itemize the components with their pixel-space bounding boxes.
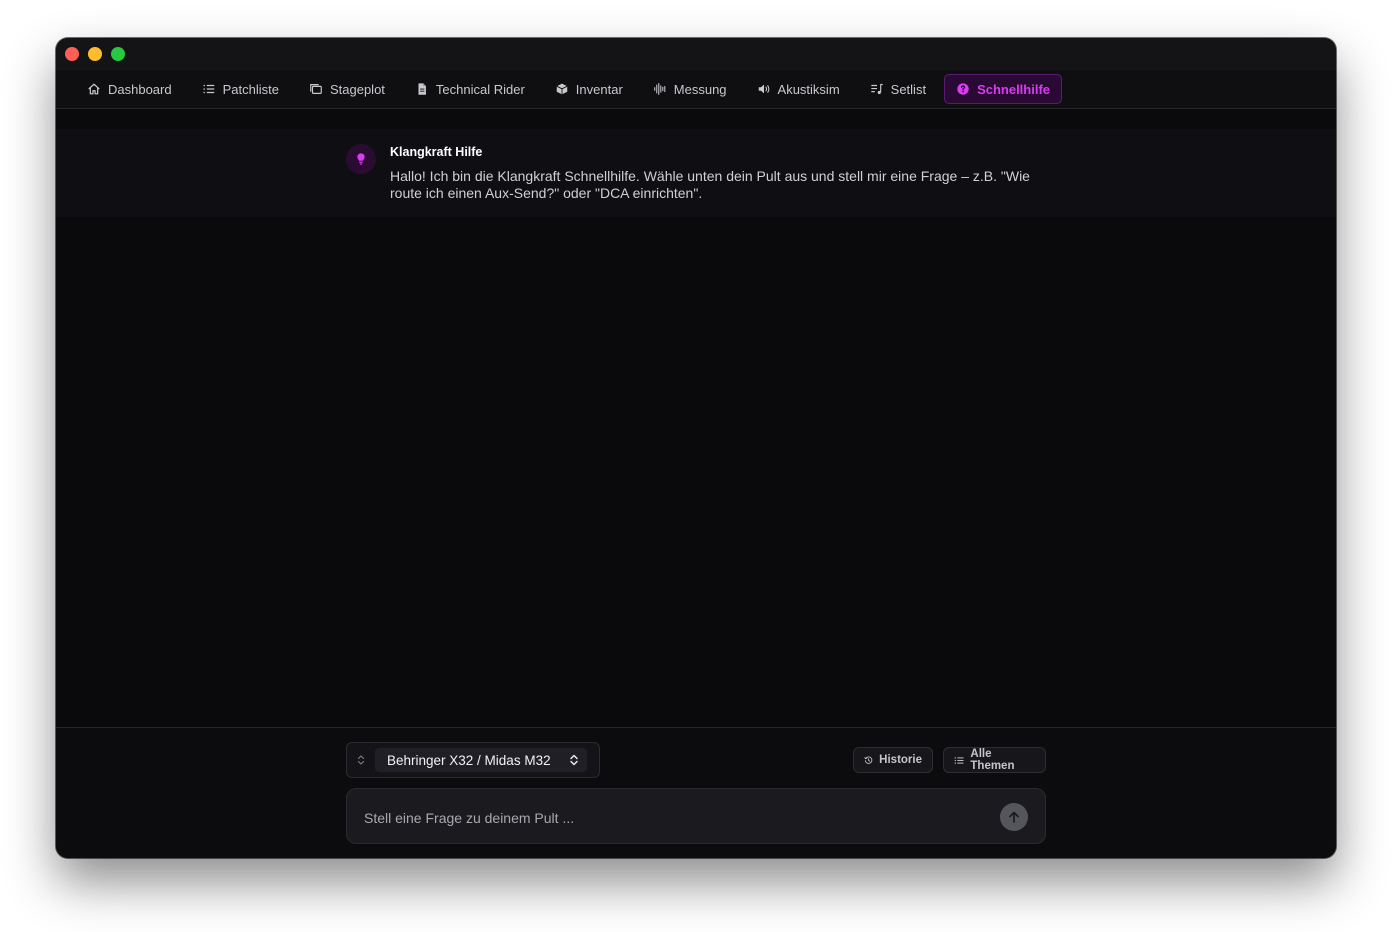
zoom-window-button[interactable] (111, 47, 125, 61)
list-icon (954, 756, 964, 764)
console-select[interactable]: Behringer X32 / Midas M32 (375, 748, 587, 772)
help-circle-icon (957, 83, 969, 95)
main-navigation: Dashboard Patchliste Stageplot Technical… (56, 70, 1336, 109)
composer-footer: Behringer X32 / Midas M32 Historie Alle … (56, 727, 1336, 858)
tab-akustiksim[interactable]: Akustiksim (745, 74, 852, 104)
bot-avatar (346, 144, 376, 174)
tab-messung[interactable]: Messung (641, 74, 739, 104)
document-icon (418, 83, 426, 95)
chevron-up-down-icon (570, 754, 578, 766)
tab-label: Dashboard (108, 81, 172, 97)
close-window-button[interactable] (65, 47, 79, 61)
tab-patchliste[interactable]: Patchliste (190, 74, 291, 104)
historie-button[interactable]: Historie (853, 747, 933, 773)
history-icon (864, 756, 873, 764)
waveform-icon (654, 83, 666, 95)
minimize-window-button[interactable] (88, 47, 102, 61)
alle-themen-label: Alle Themen (970, 748, 1015, 772)
speaker-icon (758, 84, 769, 94)
tab-label: Schnellhilfe (977, 81, 1051, 97)
arrow-up-icon (1009, 811, 1019, 823)
tab-setlist[interactable]: Setlist (858, 74, 938, 104)
music-list-icon (870, 83, 883, 95)
tab-label: Patchliste (222, 81, 279, 97)
sort-arrows-icon (357, 755, 365, 765)
tab-label: Setlist (890, 81, 927, 97)
alle-themen-button[interactable]: Alle Themen (943, 747, 1046, 773)
chat-area: Klangkraft Hilfe Hallo! Ich bin die Klan… (56, 109, 1336, 727)
tab-label: Messung (673, 81, 727, 97)
historie-label: Historie (879, 754, 922, 766)
console-select-value: Behringer X32 / Midas M32 (387, 752, 551, 768)
tab-inventar[interactable]: Inventar (543, 74, 635, 104)
message-sender: Klangkraft Hilfe (390, 145, 483, 159)
question-input[interactable] (362, 806, 966, 830)
lightbulb-icon (357, 153, 365, 165)
title-bar (56, 38, 1336, 70)
console-selector[interactable]: Behringer X32 / Midas M32 (346, 742, 600, 778)
tab-technical-rider[interactable]: Technical Rider (403, 74, 537, 104)
tab-dashboard[interactable]: Dashboard (75, 74, 184, 104)
tab-schnellhilfe[interactable]: Schnellhilfe (944, 74, 1063, 104)
tab-label: Stageplot (329, 81, 385, 97)
app-window: Dashboard Patchliste Stageplot Technical… (56, 38, 1336, 858)
message-text: Hallo! Ich bin die Klangkraft Schnellhil… (390, 168, 1030, 201)
tab-label: Inventar (575, 81, 623, 97)
send-button[interactable] (1000, 803, 1028, 831)
box-icon (556, 83, 568, 95)
question-composer (346, 788, 1046, 844)
tab-stageplot[interactable]: Stageplot (297, 74, 397, 104)
tab-label: Technical Rider (435, 81, 525, 97)
list-icon (203, 84, 214, 94)
home-icon (88, 83, 100, 95)
stage-icon (310, 84, 322, 94)
bot-message: Klangkraft Hilfe Hallo! Ich bin die Klan… (56, 129, 1336, 217)
tab-label: Akustiksim (777, 81, 840, 97)
